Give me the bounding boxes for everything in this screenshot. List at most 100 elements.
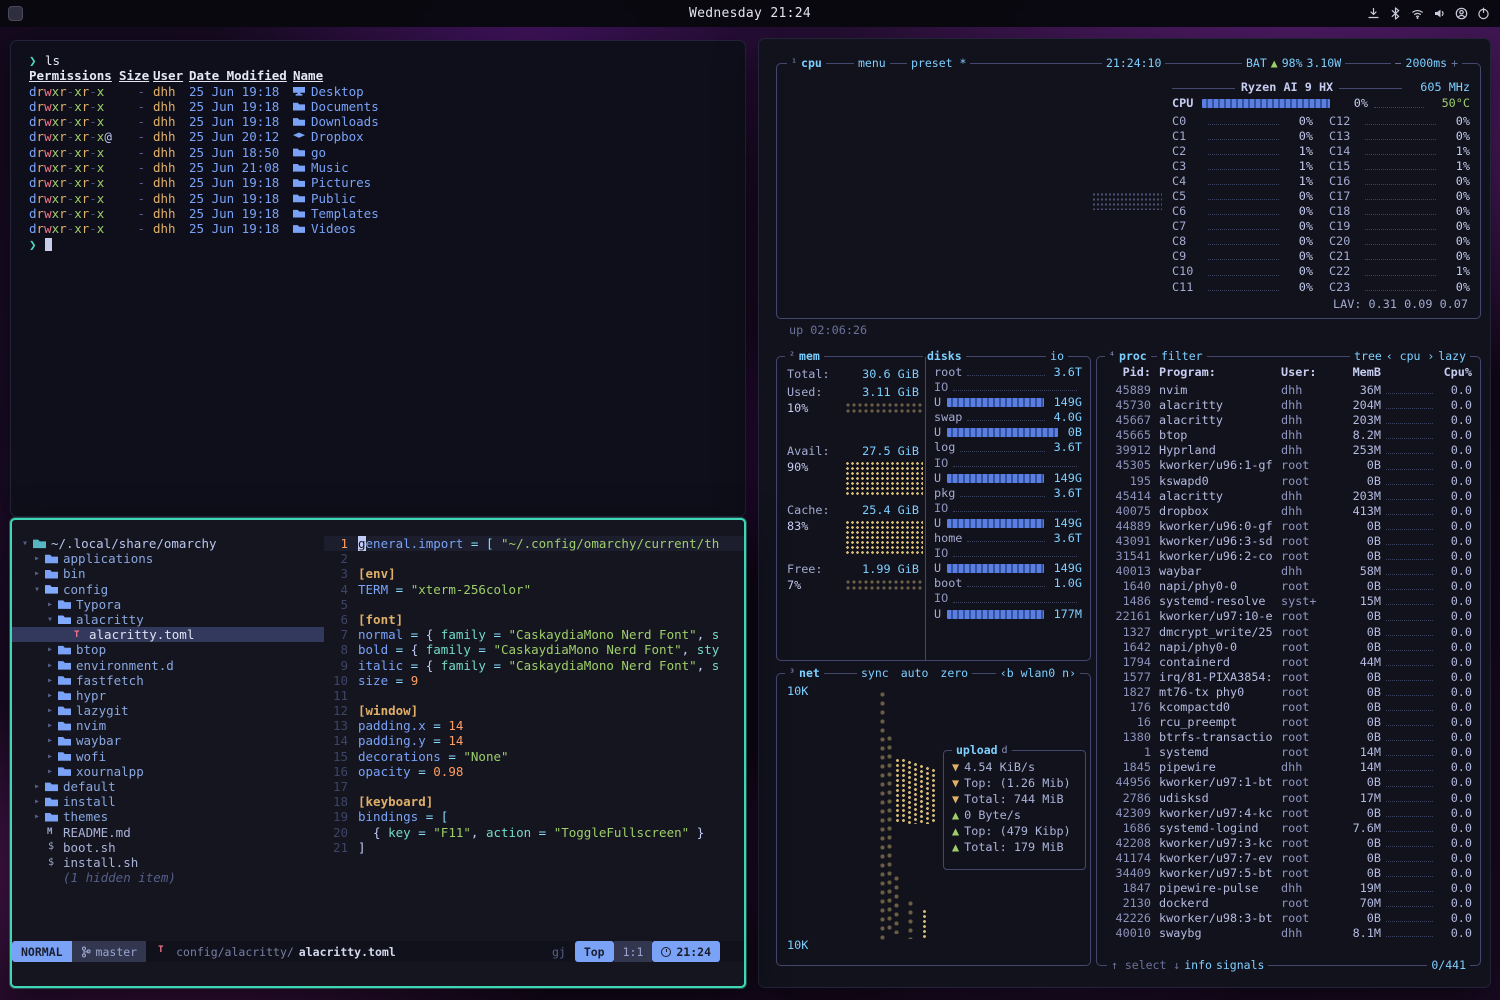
tree-item[interactable]: alacritty.toml	[12, 627, 324, 642]
process-row[interactable]: 2130 dockerd root 70M 0.0	[1105, 896, 1472, 911]
process-row[interactable]: 43091 kworker/u96:3-sd root 0B 0.0	[1105, 534, 1472, 549]
command-line[interactable]	[12, 962, 744, 986]
process-row[interactable]: 34409 kworker/u97:5-bt root 0B 0.0	[1105, 866, 1472, 881]
tree-item[interactable]: ~/.local/share/omarchy	[12, 536, 324, 551]
editor-line[interactable]: 8 bold = { family = "CaskaydiaMono Nerd …	[324, 642, 744, 657]
interval-decrease-button[interactable]: −	[1395, 56, 1402, 71]
editor-pane[interactable]: 1 general.import = [ "~/.config/omarchy/…	[324, 520, 744, 941]
process-row[interactable]: 1327 dmcrypt_write/25 root 0B 0.0	[1105, 625, 1472, 640]
process-row[interactable]: 42208 kworker/u97:3-kc root 0B 0.0	[1105, 836, 1472, 851]
tree-item[interactable]: fastfetch	[12, 673, 324, 688]
tree-item[interactable]: install.sh	[12, 855, 324, 870]
net-interface[interactable]: ‹b wlan0 n›	[996, 666, 1080, 681]
tree-item[interactable]: install	[12, 794, 324, 809]
process-row[interactable]: 40075 dropbox dhh 413M 0.0	[1105, 504, 1472, 519]
process-row[interactable]: 42226 kworker/u98:3-bt root 0B 0.0	[1105, 911, 1472, 926]
lazy-toggle-button[interactable]: lazy	[1438, 349, 1466, 364]
terminal-window[interactable]: ❯ ls Permissions Size User Date Modified…	[10, 40, 746, 517]
signals-button[interactable]: signals	[1216, 958, 1264, 973]
process-row[interactable]: 1486 systemd-resolve syst+ 15M 0.0	[1105, 594, 1472, 609]
menu-button[interactable]: menu	[854, 56, 890, 71]
editor-line[interactable]: 5	[324, 597, 744, 612]
tree-item[interactable]: waybar	[12, 733, 324, 748]
editor-line[interactable]: 13 padding.x = 14	[324, 718, 744, 733]
process-row[interactable]: 41174 kworker/u97:7-ev root 0B 0.0	[1105, 851, 1472, 866]
process-row[interactable]: 40013 waybar dhh 58M 0.0	[1105, 564, 1472, 579]
tree-toggle-button[interactable]: tree	[1354, 349, 1382, 364]
tree-item[interactable]: boot.sh	[12, 840, 324, 855]
editor-line[interactable]: 17	[324, 779, 744, 794]
process-row[interactable]: 1847 pipewire-pulse dhh 19M 0.0	[1105, 881, 1472, 896]
editor-line[interactable]: 11	[324, 688, 744, 703]
process-row[interactable]: 40010 swaybg dhh 8.1M 0.0	[1105, 926, 1472, 941]
editor-line[interactable]: 1 general.import = [ "~/.config/omarchy/…	[324, 536, 744, 551]
tree-item[interactable]: Typora	[12, 597, 324, 612]
tray-icon[interactable]	[1367, 7, 1380, 20]
process-row[interactable]: 2786 udisksd root 17M 0.0	[1105, 791, 1472, 806]
process-row[interactable]: 45889 nvim dhh 36M 0.0	[1105, 383, 1472, 398]
process-row[interactable]: 45414 alacritty dhh 203M 0.0	[1105, 489, 1472, 504]
process-row[interactable]: 176 kcompactd0 root 0B 0.0	[1105, 700, 1472, 715]
tree-item[interactable]: (1 hidden item)	[12, 870, 324, 885]
process-row[interactable]: 1642 napi/phy0-0 root 0B 0.0	[1105, 640, 1472, 655]
editor-line[interactable]: 6 [font]	[324, 612, 744, 627]
editor-line[interactable]: 15 decorations = "None"	[324, 749, 744, 764]
process-row[interactable]: 195 kswapd0 root 0B 0.0	[1105, 474, 1472, 489]
tree-item[interactable]: lazygit	[12, 703, 324, 718]
editor-line[interactable]: 4 TERM = "xterm-256color"	[324, 582, 744, 597]
bluetooth-icon[interactable]	[1389, 7, 1402, 20]
filter-button[interactable]: filter	[1157, 349, 1207, 364]
tree-item[interactable]: default	[12, 779, 324, 794]
wifi-icon[interactable]	[1411, 7, 1424, 20]
tree-item[interactable]: wofi	[12, 749, 324, 764]
net-option-button[interactable]: auto	[901, 666, 929, 681]
tree-item[interactable]: nvim	[12, 718, 324, 733]
tree-item[interactable]: hypr	[12, 688, 324, 703]
process-row[interactable]: 45667 alacritty dhh 203M 0.0	[1105, 413, 1472, 428]
process-row[interactable]: 45730 alacritty dhh 204M 0.0	[1105, 398, 1472, 413]
tree-item[interactable]: themes	[12, 809, 324, 824]
editor-line[interactable]: 12 [window]	[324, 703, 744, 718]
interval-increase-button[interactable]: +	[1451, 56, 1458, 71]
process-row[interactable]: 16 rcu_preempt root 0B 0.0	[1105, 715, 1472, 730]
tree-item[interactable]: alacritty	[12, 612, 324, 627]
process-row[interactable]: 1640 napi/phy0-0 root 0B 0.0	[1105, 579, 1472, 594]
tree-item[interactable]: README.md	[12, 825, 324, 840]
editor-line[interactable]: 16 opacity = 0.98	[324, 764, 744, 779]
editor-line[interactable]: 14 padding.y = 14	[324, 733, 744, 748]
process-row[interactable]: 1 systemd root 14M 0.0	[1105, 745, 1472, 760]
process-row[interactable]: 1827 mt76-tx phy0 root 0B 0.0	[1105, 685, 1472, 700]
tree-item[interactable]: bin	[12, 566, 324, 581]
process-row[interactable]: 22161 kworker/u97:10-e root 0B 0.0	[1105, 609, 1472, 624]
tree-item[interactable]: environment.d	[12, 658, 324, 673]
editor-line[interactable]: 19 bindings = [	[324, 809, 744, 824]
tree-item[interactable]: btop	[12, 642, 324, 657]
process-row[interactable]: 39912 Hyprland dhh 253M 0.0	[1105, 443, 1472, 458]
sort-selector[interactable]: ‹ cpu ›	[1386, 349, 1434, 364]
preset-button[interactable]: preset *	[907, 56, 970, 71]
power-icon[interactable]	[1477, 7, 1490, 20]
editor-line[interactable]: 9 italic = { family = "CaskaydiaMono Ner…	[324, 658, 744, 673]
net-option-button[interactable]: zero	[940, 666, 968, 681]
editor-line[interactable]: 18 [keyboard]	[324, 794, 744, 809]
editor-line[interactable]: 20 { key = "F11", action = "ToggleFullsc…	[324, 825, 744, 840]
process-row[interactable]: 1686 systemd-logind root 7.6M 0.0	[1105, 821, 1472, 836]
process-row[interactable]: 1577 irq/81-PIXA3854: root 0B 0.0	[1105, 670, 1472, 685]
btop-window[interactable]: ¹cpu menu preset * 21:24:10 BAT▲98%3.10W…	[758, 38, 1491, 988]
process-row[interactable]: 42309 kworker/u97:4-kc root 0B 0.0	[1105, 806, 1472, 821]
editor-line[interactable]: 21 ]	[324, 840, 744, 855]
process-row[interactable]: 1380 btrfs-transactio root 0B 0.0	[1105, 730, 1472, 745]
process-row[interactable]: 45305 kworker/u96:1-gf root 0B 0.0	[1105, 458, 1472, 473]
select-keys-hint[interactable]: ↑ select ↓	[1111, 958, 1180, 973]
editor-line[interactable]: 7 normal = { family = "CaskaydiaMono Ner…	[324, 627, 744, 642]
process-row[interactable]: 31541 kworker/u96:2-co root 0B 0.0	[1105, 549, 1472, 564]
info-button[interactable]: info	[1184, 958, 1212, 973]
process-row[interactable]: 44889 kworker/u96:0-gf root 0B 0.0	[1105, 519, 1472, 534]
tree-item[interactable]: config	[12, 582, 324, 597]
process-row[interactable]: 44956 kworker/u97:1-bt root 0B 0.0	[1105, 775, 1472, 790]
process-row[interactable]: 1794 containerd root 44M 0.0	[1105, 655, 1472, 670]
net-option-button[interactable]: sync	[861, 666, 889, 681]
editor-line[interactable]: 3 [env]	[324, 566, 744, 581]
neovim-window[interactable]: ~/.local/share/omarchy applications bin …	[10, 518, 746, 988]
user-icon[interactable]	[1455, 7, 1468, 20]
